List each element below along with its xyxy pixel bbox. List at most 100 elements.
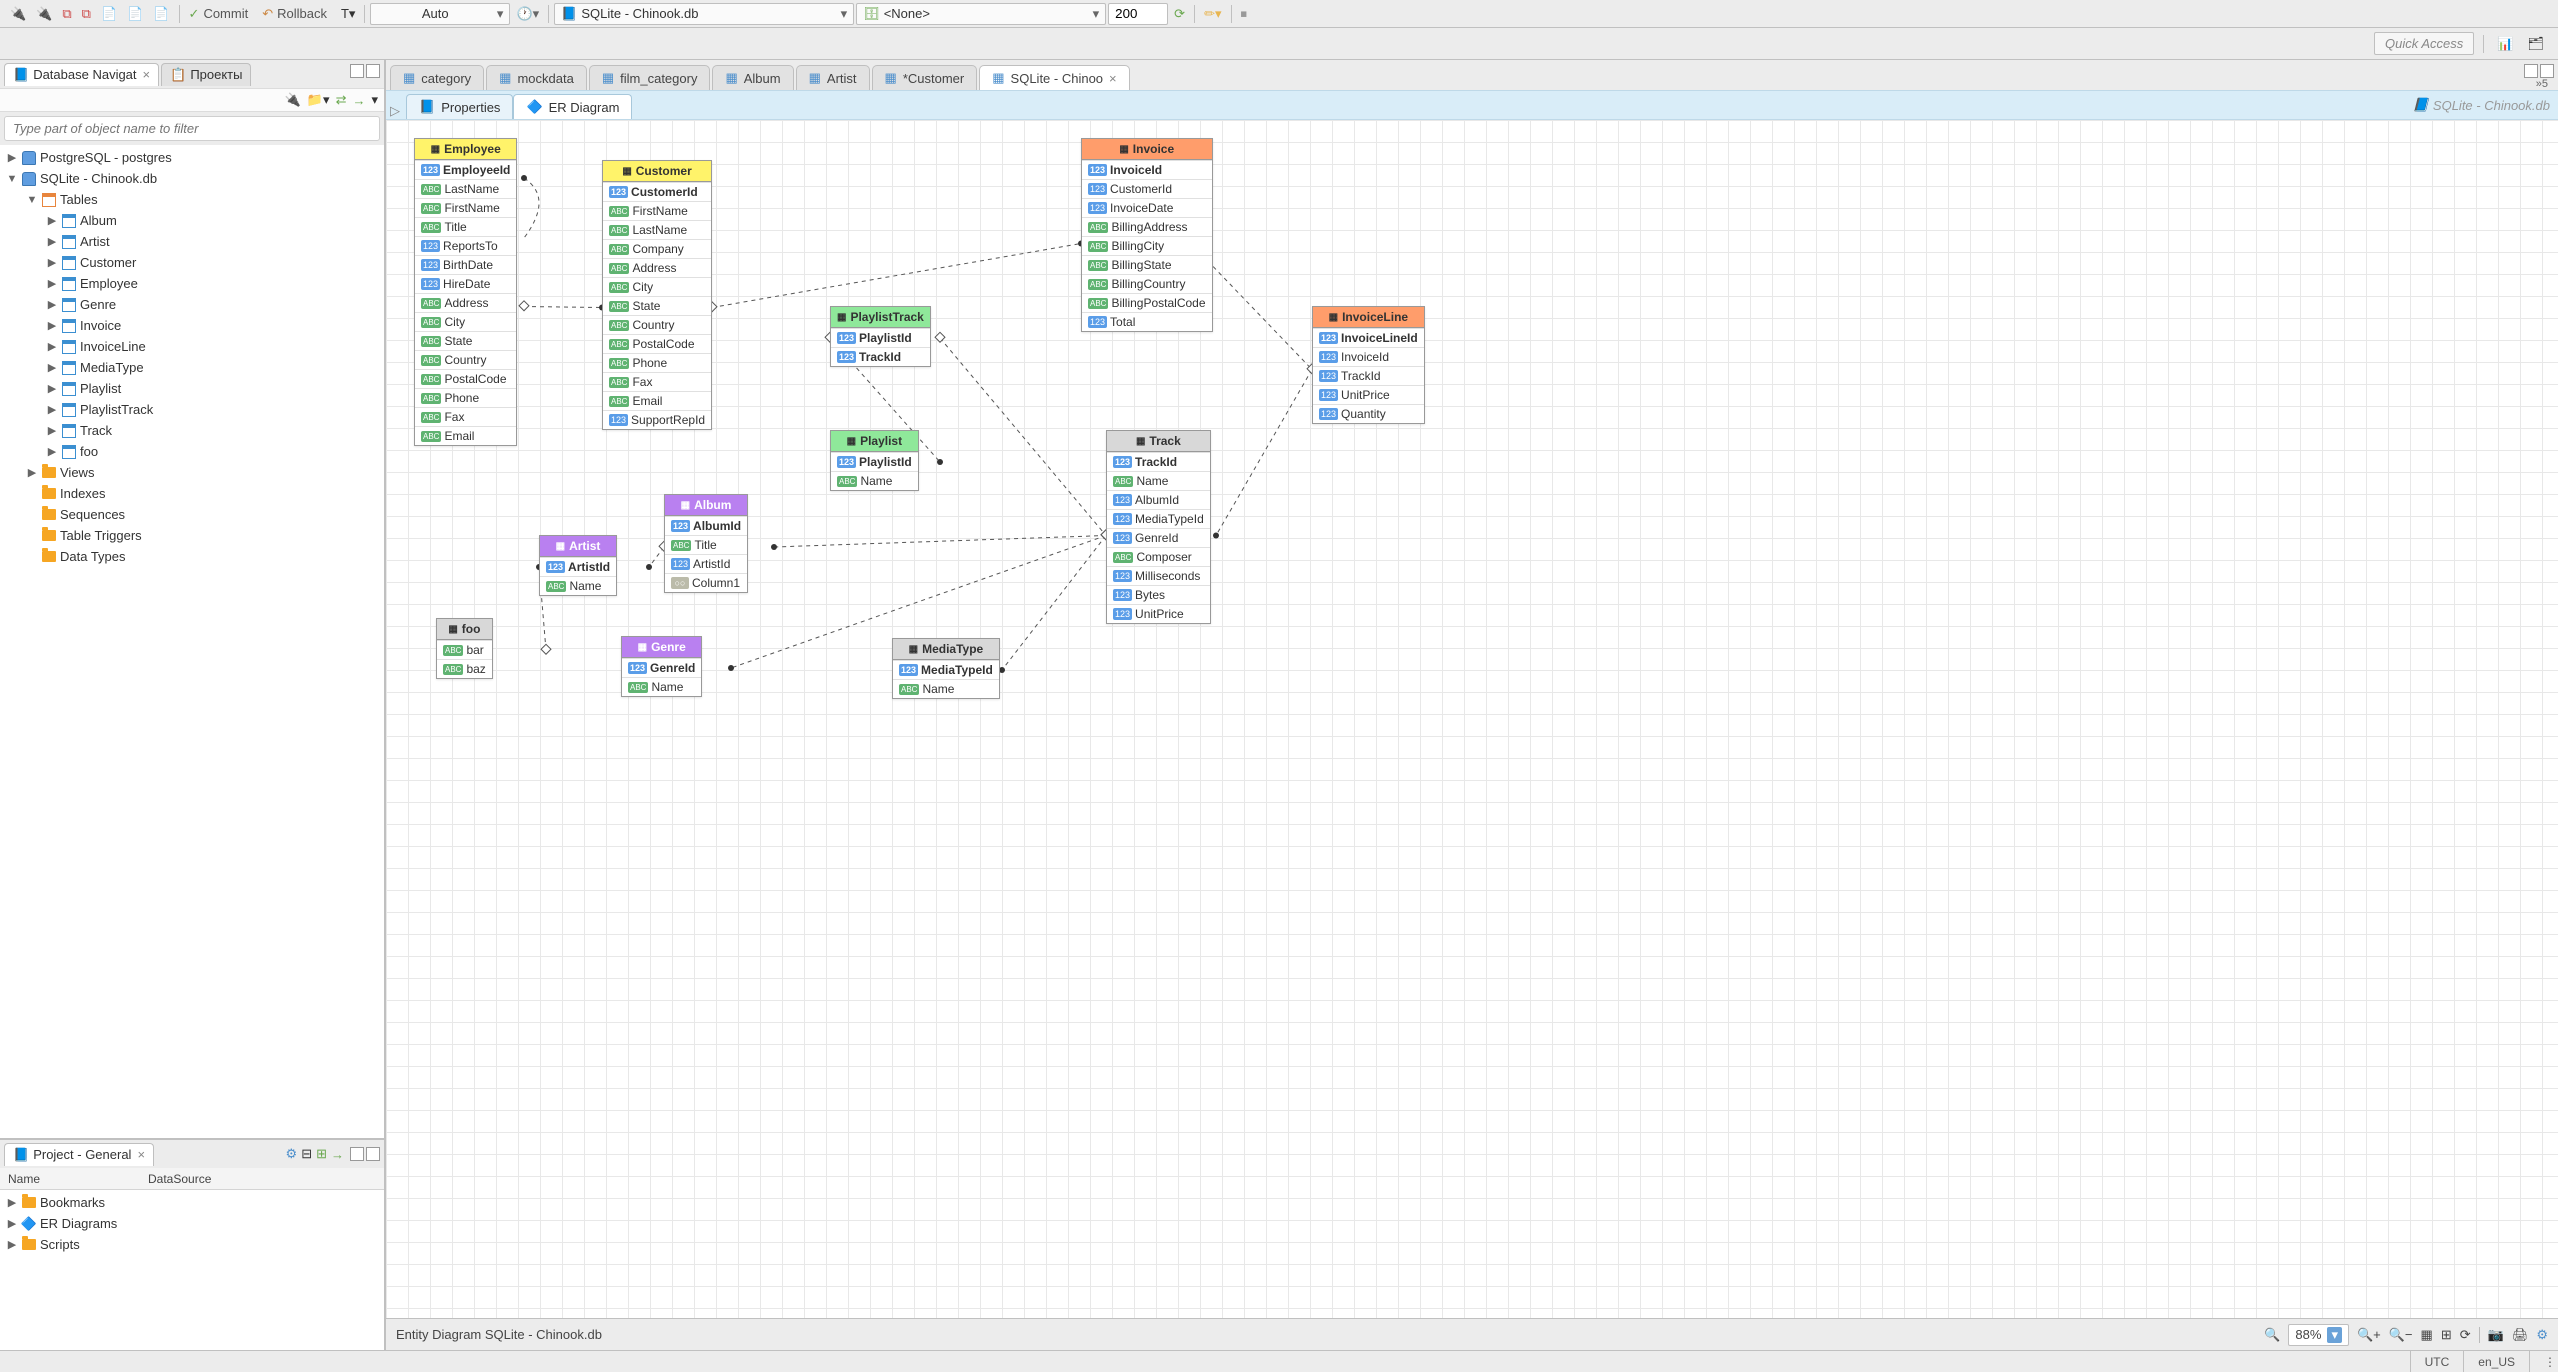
tree-twisty[interactable]: ▶	[46, 424, 58, 437]
tree-item-playlist[interactable]: ▶Playlist	[0, 378, 384, 399]
entity-album[interactable]: ▦ Album123AlbumIdABCTitle123ArtistId○○Co…	[664, 494, 748, 593]
status-tz[interactable]: UTC	[2410, 1351, 2464, 1372]
entity-track[interactable]: ▦ Track123TrackIdABCName123AlbumId123Med…	[1106, 430, 1211, 624]
column-invoiceid[interactable]: 123InvoiceId	[1082, 160, 1212, 179]
tree-item-artist[interactable]: ▶Artist	[0, 231, 384, 252]
column-email[interactable]: ABCEmail	[415, 426, 516, 445]
zoom-out-icon[interactable]: 🔍−	[2389, 1327, 2413, 1343]
project-item-bookmarks[interactable]: ▶Bookmarks	[0, 1192, 384, 1213]
quick-access-button[interactable]: Quick Access	[2374, 32, 2474, 55]
column-address[interactable]: ABCAddress	[603, 258, 711, 277]
sql-editor-icon[interactable]: 📄	[97, 4, 121, 24]
column-column1[interactable]: ○○Column1	[665, 573, 747, 592]
subtab-er-diagram[interactable]: 🔷 ER Diagram	[513, 94, 632, 119]
nav-filter-input[interactable]	[4, 116, 380, 141]
highlight-icon[interactable]: ✏▾	[1200, 4, 1225, 24]
collapse-icon[interactable]: ⊟	[301, 1146, 312, 1162]
column-billingcity[interactable]: ABCBillingCity	[1082, 236, 1212, 255]
tree-item-data-types[interactable]: Data Types	[0, 546, 384, 567]
add-icon[interactable]: ⊞	[316, 1146, 327, 1162]
gear-icon[interactable]: ⚙	[286, 1146, 298, 1162]
entity-playlisttrack[interactable]: ▦ PlaylistTrack123PlaylistId123TrackId	[830, 306, 931, 367]
column-firstname[interactable]: ABCFirstName	[603, 201, 711, 220]
column-title[interactable]: ABCTitle	[415, 217, 516, 236]
entity-header[interactable]: ▦ Artist	[540, 536, 616, 557]
column-country[interactable]: ABCCountry	[415, 350, 516, 369]
tree-twisty[interactable]: ▶	[46, 340, 58, 353]
tree-item-genre[interactable]: ▶Genre	[0, 294, 384, 315]
column-customerid[interactable]: 123CustomerId	[1082, 179, 1212, 198]
column-unitprice[interactable]: 123UnitPrice	[1107, 604, 1210, 623]
zoom-in-icon[interactable]: 🔍+	[2357, 1327, 2381, 1343]
minimize-icon[interactable]	[2524, 64, 2538, 78]
tree-item-invoiceline[interactable]: ▶InvoiceLine	[0, 336, 384, 357]
print-icon[interactable]: 🖨	[2512, 1327, 2529, 1343]
minimize-icon[interactable]	[350, 1147, 364, 1161]
column-hiredate[interactable]: 123HireDate	[415, 274, 516, 293]
tree-twisty[interactable]: ▶	[26, 466, 38, 479]
search-icon[interactable]: 🔍	[2264, 1327, 2280, 1343]
tree-twisty[interactable]: ▶	[6, 1217, 18, 1230]
column-supportrepid[interactable]: 123SupportRepId	[603, 410, 711, 429]
close-icon[interactable]: ×	[1109, 71, 1117, 86]
column-billingpostalcode[interactable]: ABCBillingPostalCode	[1082, 293, 1212, 312]
entity-header[interactable]: ▦ Employee	[415, 139, 516, 160]
column-bytes[interactable]: 123Bytes	[1107, 585, 1210, 604]
link-icon[interactable]: →	[352, 93, 365, 108]
perspective-dbeaver-icon[interactable]: 📊	[2493, 34, 2517, 54]
column-employeeid[interactable]: 123EmployeeId	[415, 160, 516, 179]
settings-icon[interactable]: ⚙	[2536, 1327, 2548, 1343]
column-playlistid[interactable]: 123PlaylistId	[831, 328, 930, 347]
entity-header[interactable]: ▦ Customer	[603, 161, 711, 182]
expand-icon[interactable]: ▷	[390, 103, 400, 119]
tree-twisty[interactable]: ▶	[46, 445, 58, 458]
perspective-other-icon[interactable]: 🗂	[2523, 34, 2548, 54]
tab-overflow-indicator[interactable]: »5	[2530, 78, 2554, 90]
entity-header[interactable]: ▦ foo	[437, 619, 492, 640]
column-city[interactable]: ABCCity	[603, 277, 711, 296]
tree-twisty[interactable]: ▶	[46, 277, 58, 290]
layout-icon[interactable]: ▦	[2421, 1327, 2433, 1343]
rollback-button[interactable]: ↶ Rollback	[258, 4, 335, 24]
tree-twisty[interactable]: ▶	[46, 256, 58, 269]
column-state[interactable]: ABCState	[603, 296, 711, 315]
column-billingcountry[interactable]: ABCBillingCountry	[1082, 274, 1212, 293]
entity-artist[interactable]: ▦ Artist123ArtistIdABCName	[539, 535, 617, 596]
nav-tree[interactable]: ▶PostgreSQL - postgres▼SQLite - Chinook.…	[0, 145, 384, 1138]
commit-mode-select[interactable]: Auto ▾	[370, 3, 510, 25]
tree-item-employee[interactable]: ▶Employee	[0, 273, 384, 294]
column-email[interactable]: ABCEmail	[603, 391, 711, 410]
entity-genre[interactable]: ▦ Genre123GenreIdABCName	[621, 636, 702, 697]
column-name[interactable]: ABCName	[831, 471, 918, 490]
column-address[interactable]: ABCAddress	[415, 293, 516, 312]
new-connection-alt-icon[interactable]: 🔌	[32, 4, 56, 24]
close-icon[interactable]: ×	[137, 1147, 145, 1162]
entity-header[interactable]: ▦ Genre	[622, 637, 701, 658]
project-item-er-diagrams[interactable]: ▶🔷ER Diagrams	[0, 1213, 384, 1234]
column-quantity[interactable]: 123Quantity	[1313, 404, 1424, 423]
column-birthdate[interactable]: 123BirthDate	[415, 255, 516, 274]
entity-foo[interactable]: ▦ fooABCbarABCbaz	[436, 618, 493, 679]
column-bar[interactable]: ABCbar	[437, 640, 492, 659]
disconnect-icon[interactable]: ⧉	[58, 4, 75, 24]
column-name[interactable]: ABCName	[1107, 471, 1210, 490]
column-city[interactable]: ABCCity	[415, 312, 516, 331]
maximize-icon[interactable]	[366, 64, 380, 78]
column-customerid[interactable]: 123CustomerId	[603, 182, 711, 201]
column-country[interactable]: ABCCountry	[603, 315, 711, 334]
sql-editor-recent-icon[interactable]: 📄	[123, 4, 147, 24]
column-invoicedate[interactable]: 123InvoiceDate	[1082, 198, 1212, 217]
column-mediatypeid[interactable]: 123MediaTypeId	[1107, 509, 1210, 528]
tree-item-customer[interactable]: ▶Customer	[0, 252, 384, 273]
tree-twisty[interactable]: ▶	[6, 1196, 18, 1209]
editor-tab-customer[interactable]: ▦*Customer	[872, 65, 978, 90]
connect-icon[interactable]: 🔌	[285, 92, 301, 108]
entity-header[interactable]: ▦ InvoiceLine	[1313, 307, 1424, 328]
column-lastname[interactable]: ABCLastName	[603, 220, 711, 239]
new-connection-icon[interactable]: 🔌	[6, 4, 30, 24]
maximize-icon[interactable]	[366, 1147, 380, 1161]
column-name[interactable]: ABCName	[622, 677, 701, 696]
column-fax[interactable]: ABCFax	[415, 407, 516, 426]
status-locale[interactable]: en_US	[2463, 1351, 2529, 1372]
tree-twisty[interactable]: ▶	[6, 1238, 18, 1251]
